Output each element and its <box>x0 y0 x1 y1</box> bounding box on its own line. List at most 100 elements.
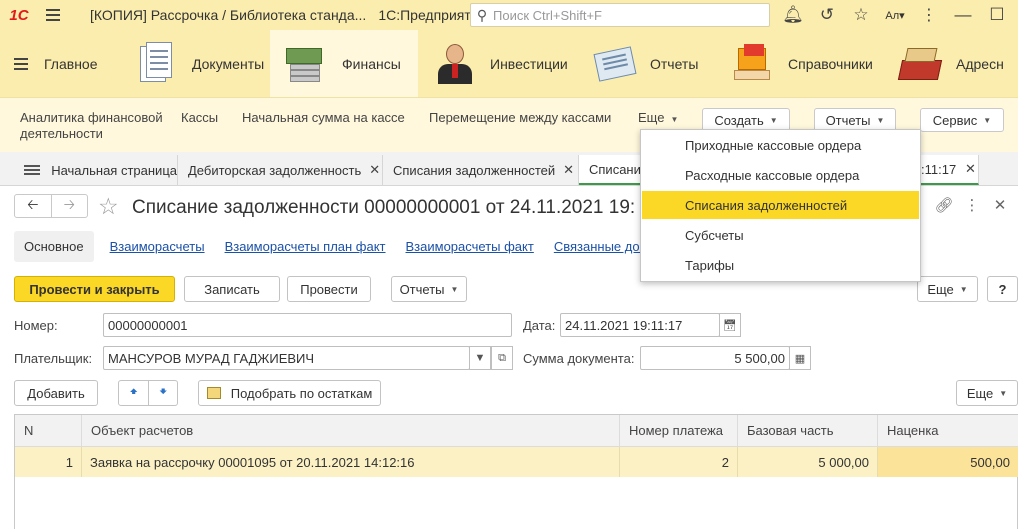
chevron-down-icon: ▼ <box>983 115 992 125</box>
section-addresses[interactable]: Адресн <box>884 30 1018 97</box>
table-cell[interactable]: 500,00 <box>878 447 1018 477</box>
tab-receivables[interactable]: Дебиторская задолженность ✕ <box>178 155 383 185</box>
chevron-down-icon: ▼ <box>450 284 459 294</box>
save-button[interactable]: Записать <box>184 276 280 302</box>
back-arrow-icon[interactable]: 🡠 <box>15 195 51 217</box>
open-icon[interactable]: ⧉ <box>491 346 513 370</box>
reports-button-label: Отчеты <box>825 112 871 128</box>
move-down-icon[interactable]: 🠻 <box>148 381 177 405</box>
nav-settlements-plan[interactable]: Взаиморасчеты план факт <box>225 239 386 254</box>
table-more-button[interactable]: Еще ▼ <box>956 380 1018 406</box>
user-menu[interactable]: Ал▾ <box>878 9 912 22</box>
dropdown-arrow-icon[interactable]: ▼ <box>469 346 491 370</box>
date-field[interactable]: 24.11.2021 19:11:17 <box>560 313 720 337</box>
card-index-icon <box>897 42 944 86</box>
cmd-analytics[interactable]: Аналитика финансовой деятельности <box>20 110 170 142</box>
nav-related-docs[interactable]: Связанные доку <box>554 239 652 254</box>
money-icon <box>284 42 330 86</box>
more-label: Еще <box>966 385 994 401</box>
sections-panel: Главное Документы Финансы Инвестиции Отч… <box>0 30 1018 97</box>
forward-arrow-icon[interactable]: 🡢 <box>50 195 88 217</box>
nav-settlements-fact[interactable]: Взаиморасчеты факт <box>406 239 534 254</box>
table-cell[interactable]: 1 <box>15 447 82 477</box>
section-label: Отчеты <box>650 55 699 72</box>
tab-label: Списания задолженностей <box>393 162 556 178</box>
favorite-star-icon[interactable]: ☆ <box>98 193 119 220</box>
payer-field[interactable]: МАНСУРОВ МУРАД ГАДЖИЕВИЧ <box>103 346 470 370</box>
post-button[interactable]: Провести <box>287 276 371 302</box>
tab-home[interactable]: Начальная страница <box>14 155 178 185</box>
section-documents[interactable]: Документы <box>120 30 270 97</box>
add-row-button[interactable]: Добавить <box>14 380 98 406</box>
calculator-icon[interactable]: ▦ <box>789 346 811 370</box>
tab-label: Начальная страница <box>51 162 177 178</box>
column-header[interactable]: Базовая часть <box>738 415 878 447</box>
cmd-initial-sum[interactable]: Начальная сумма на кассе <box>242 110 405 125</box>
column-header[interactable]: N <box>15 415 82 447</box>
close-icon[interactable]: ✕ <box>986 196 1014 214</box>
tab-writeoffs-list[interactable]: Списания задолженностей ✕ <box>383 155 579 185</box>
column-header[interactable]: Наценка <box>878 415 1018 447</box>
menu-item-debt-writeoffs[interactable]: Списания задолженностей <box>642 191 919 219</box>
report-icon <box>592 42 638 86</box>
sum-field[interactable]: 5 500,00 <box>640 346 790 370</box>
table-cell[interactable]: 5 000,00 <box>738 447 878 477</box>
menu-item-cash-expenses[interactable]: Расходные кассовые ордера <box>642 161 919 189</box>
pick-by-balance-button[interactable]: Подобрать по остаткам <box>198 380 381 406</box>
documents-icon <box>134 41 180 86</box>
section-catalogs[interactable]: Справочники <box>716 30 884 97</box>
number-field[interactable]: 00000000001 <box>103 313 512 337</box>
nav-main[interactable]: Основное <box>14 230 94 262</box>
star-icon[interactable]: ☆ <box>844 5 878 25</box>
bell-icon[interactable]: 🔔︎ <box>776 5 810 25</box>
section-label: Главное <box>44 55 98 72</box>
history-icon[interactable]: ↺ <box>810 5 844 25</box>
nav-settlements[interactable]: Взаиморасчеты <box>110 239 205 254</box>
section-finance[interactable]: Финансы <box>270 30 418 97</box>
service-button[interactable]: Сервис ▼ <box>920 108 1004 132</box>
menu-item-cash-receipts[interactable]: Приходные кассовые ордера <box>642 131 919 159</box>
reports-dropdown-button[interactable]: Отчеты ▼ <box>391 276 467 302</box>
menu-item-tariffs[interactable]: Тарифы <box>642 251 919 279</box>
minimize-icon[interactable]: — <box>946 5 980 25</box>
section-reports[interactable]: Отчеты <box>578 30 716 97</box>
section-label: Справочники <box>788 55 873 72</box>
post-and-close-button[interactable]: Провести и закрыть <box>14 276 175 302</box>
global-search[interactable]: ⚲ <box>470 3 770 27</box>
column-header[interactable]: Объект расчетов <box>82 415 620 447</box>
section-label: Финансы <box>342 55 401 72</box>
chevron-down-icon: ▼ <box>999 388 1008 398</box>
reports-label: Отчеты <box>399 281 445 297</box>
menu-item-subaccounts[interactable]: Субсчеты <box>642 221 919 249</box>
form-more-button[interactable]: Еще ▼ <box>917 276 978 302</box>
close-icon[interactable]: ✕ <box>965 161 976 177</box>
date-label: Дата: <box>523 318 556 333</box>
search-icon: ⚲ <box>476 6 488 23</box>
cmd-cash[interactable]: Кассы <box>181 110 218 125</box>
column-header[interactable]: Номер платежа <box>620 415 738 447</box>
chevron-down-icon: ▼ <box>670 115 679 124</box>
help-button[interactable]: ? <box>987 276 1018 302</box>
cmd-more[interactable]: Еще ▼ <box>638 110 678 125</box>
catalogs-icon <box>730 42 776 86</box>
chevron-down-icon: ▼ <box>959 284 968 294</box>
list-icon <box>24 165 40 175</box>
link-icon[interactable]: 🔗︎ <box>930 196 958 214</box>
search-input[interactable] <box>493 7 753 23</box>
table-cell[interactable]: 2 <box>620 447 738 477</box>
close-icon[interactable]: ✕ <box>369 162 380 178</box>
move-up-icon[interactable]: 🠹 <box>119 381 148 405</box>
more-icon[interactable]: ⋮ <box>912 5 946 25</box>
tab-label: Дебиторская задолженность <box>188 162 362 178</box>
more-icon[interactable]: ⋮ <box>958 196 986 214</box>
calendar-icon[interactable]: 📅︎ <box>719 313 741 337</box>
form-header-icons: 🔗︎ ⋮ ✕ <box>930 196 1014 214</box>
main-menu-icon[interactable] <box>46 9 70 21</box>
close-icon[interactable]: ✕ <box>563 162 574 178</box>
table-cell[interactable]: Заявка на рассрочку 00001095 от 20.11.20… <box>82 447 620 477</box>
cmd-transfer[interactable]: Перемещение между кассами <box>429 110 611 125</box>
section-investments[interactable]: Инвестиции <box>418 30 578 97</box>
page-title: Списание задолженности 00000000001 от 24… <box>132 197 636 218</box>
maximize-icon[interactable]: ☐ <box>980 5 1014 25</box>
section-main[interactable]: Главное <box>0 30 120 97</box>
